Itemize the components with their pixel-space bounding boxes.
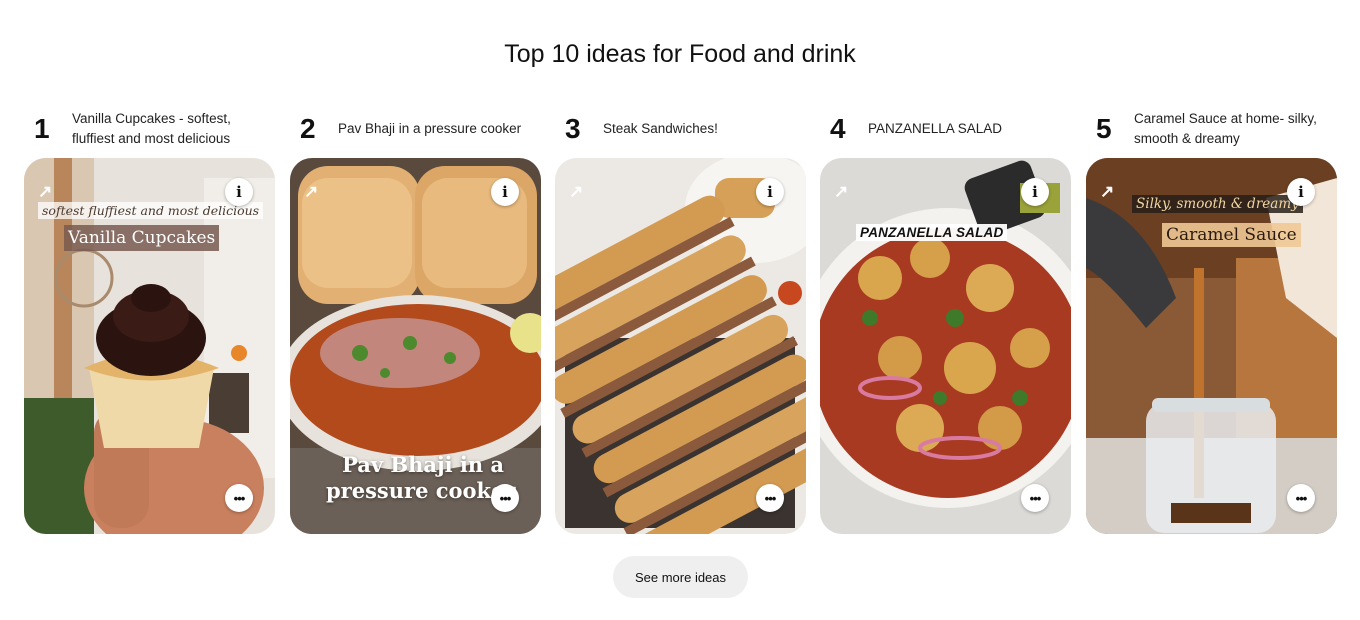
idea-card-1[interactable]: 1 Vanilla Cupcakes - softest, fluffiest … <box>24 100 275 534</box>
page-title: Top 10 ideas for Food and drink <box>504 40 856 68</box>
more-options-icon[interactable]: ••• <box>491 484 519 512</box>
open-link-icon[interactable]: ↗ <box>38 182 52 202</box>
overlay-title: PANZANELLA SALAD <box>856 224 1008 241</box>
rank-number: 3 <box>565 113 581 144</box>
info-icon[interactable]: i <box>491 178 519 206</box>
more-options-icon[interactable]: ••• <box>756 484 784 512</box>
open-link-icon[interactable]: ↗ <box>834 182 848 202</box>
rank-number: 2 <box>300 113 316 144</box>
see-more-ideas-button[interactable]: See more ideas <box>613 556 748 598</box>
pin-image[interactable]: Silky, smooth & dreamy Caramel Sauce ↗ i… <box>1086 158 1337 534</box>
rank-number: 1 <box>34 113 50 144</box>
more-options-icon[interactable]: ••• <box>1287 484 1315 512</box>
info-icon[interactable]: i <box>1021 178 1049 206</box>
overlay-subtitle: pressure cooker <box>326 478 516 503</box>
idea-card-3[interactable]: 3 Steak Sandwiches! ↗ i ••• <box>555 100 806 534</box>
more-options-icon[interactable]: ••• <box>1021 484 1049 512</box>
idea-card-4[interactable]: 4 PANZANELLA SALAD PANZANELLA SALAD ↗ i … <box>820 100 1071 534</box>
idea-caption[interactable]: Caramel Sauce at home- silky, smooth & d… <box>1128 109 1337 149</box>
info-icon[interactable]: i <box>1287 178 1315 206</box>
idea-caption[interactable]: Pav Bhaji in a pressure cooker <box>332 119 521 139</box>
overlay-title: Vanilla Cupcakes <box>64 225 220 251</box>
open-link-icon[interactable]: ↗ <box>304 182 318 202</box>
idea-caption[interactable]: PANZANELLA SALAD <box>862 119 1002 139</box>
pin-image[interactable]: PANZANELLA SALAD ↗ i ••• <box>820 158 1071 534</box>
rank-number: 5 <box>1096 113 1112 144</box>
caramel-sauce-image <box>1086 158 1337 534</box>
idea-card-2[interactable]: 2 Pav Bhaji in a pressure cooker Pav Bha… <box>290 100 541 534</box>
idea-caption[interactable]: Vanilla Cupcakes - softest, fluffiest an… <box>66 109 275 149</box>
pin-image[interactable]: softest fluffiest and most delicious Van… <box>24 158 275 534</box>
pin-image[interactable]: Pav Bhaji in a pressure cooker ↗ i ••• <box>290 158 541 534</box>
steak-sandwiches-image <box>555 158 806 534</box>
pin-image[interactable]: ↗ i ••• <box>555 158 806 534</box>
idea-caption[interactable]: Steak Sandwiches! <box>597 119 718 139</box>
open-link-icon[interactable]: ↗ <box>1100 182 1114 202</box>
overlay-subtitle: softest fluffiest and most delicious <box>38 202 264 219</box>
panzanella-salad-image <box>820 158 1071 534</box>
rank-number: 4 <box>830 113 846 144</box>
info-icon[interactable]: i <box>756 178 784 206</box>
overlay-subtitle: Silky, smooth & dreamy <box>1132 195 1303 213</box>
more-options-icon[interactable]: ••• <box>225 484 253 512</box>
idea-card-5[interactable]: 5 Caramel Sauce at home- silky, smooth &… <box>1086 100 1337 534</box>
info-icon[interactable]: i <box>225 178 253 206</box>
open-link-icon[interactable]: ↗ <box>569 182 583 202</box>
overlay-title: Pav Bhaji in a <box>342 452 505 477</box>
overlay-title: Caramel Sauce <box>1162 223 1301 247</box>
